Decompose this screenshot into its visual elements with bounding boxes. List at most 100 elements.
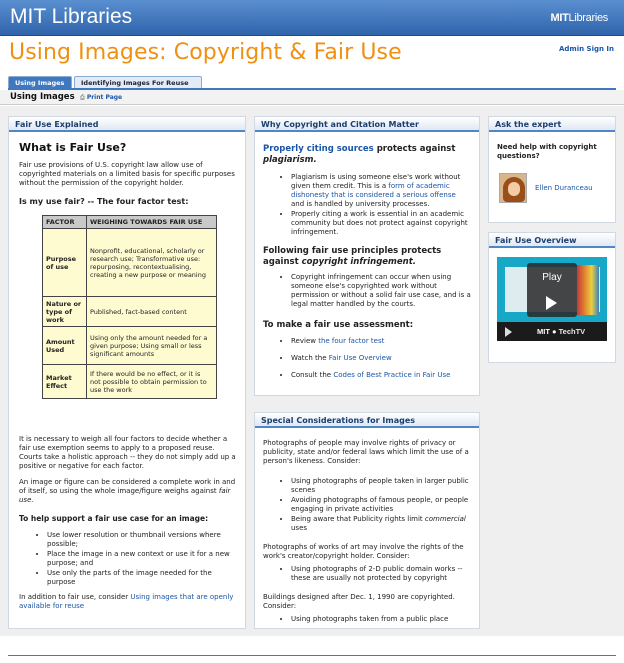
factor-cell: Amount Used bbox=[42, 326, 87, 365]
four-factor-test-link[interactable]: the four factor test bbox=[318, 337, 384, 345]
site-brand[interactable]: MIT Libraries bbox=[10, 5, 132, 29]
assessment-heading: To make a fair use assessment: bbox=[263, 320, 414, 330]
buildings-paragraph: Buildings designed after Dec. 1, 1990 ar… bbox=[263, 593, 455, 610]
expert-avatar[interactable] bbox=[499, 173, 527, 203]
list-item: Being aware that Publicity rights limit … bbox=[291, 515, 471, 533]
print-icon: ⎙ bbox=[80, 94, 85, 101]
weighing-cell: If there would be no effect, or it is no… bbox=[86, 364, 217, 399]
why-copyright-box: Why Copyright and Citation Matter Proper… bbox=[254, 116, 480, 396]
people-list: Using photographs of people taken in lar… bbox=[279, 477, 471, 534]
factor-column-header: FACTOR bbox=[42, 215, 87, 229]
play-icon bbox=[546, 296, 557, 310]
list-item-text: Being aware that Publicity rights limit bbox=[291, 515, 425, 523]
page-title: Using Images: Copyright & Fair Use bbox=[9, 40, 402, 65]
fair-use-explained-box: Fair Use Explained What is Fair Use? Fai… bbox=[8, 116, 246, 629]
weigh-factors-paragraph: It is necessary to weigh all four factor… bbox=[19, 435, 236, 470]
reuse-footer: In addition to fair use, consider Using … bbox=[19, 593, 239, 611]
ask-expert-box: Ask the expert Need help with copyright … bbox=[488, 116, 616, 223]
weighing-column-header: WEIGHING TOWARDS FAIR USE bbox=[86, 215, 217, 229]
assessment-list: Review the four factor test Watch the Fa… bbox=[279, 337, 471, 381]
footer-divider bbox=[8, 655, 616, 656]
logo-rest: Libraries bbox=[568, 12, 609, 24]
plagiarism-heading: Properly citing sources protects against… bbox=[263, 144, 475, 166]
list-item: Review the four factor test bbox=[291, 337, 471, 346]
fair-use-overview-box: Fair Use Overview Play MIT ● TechTV bbox=[488, 232, 616, 363]
image-whole-work-paragraph: An image or figure can be considered a c… bbox=[19, 478, 239, 505]
table-header-row: FACTOR WEIGHING TOWARDS FAIR USE bbox=[42, 215, 217, 229]
citing-sources-link[interactable]: Properly citing sources bbox=[263, 144, 374, 154]
help-list: Use lower resolution or thumbnail versio… bbox=[35, 531, 235, 588]
list-item: Copyright infringement can occur when us… bbox=[291, 273, 471, 309]
art-paragraph: Photographs of works of art may involve … bbox=[263, 543, 464, 560]
list-item: Using photographs of 2-D public domain w… bbox=[291, 565, 471, 583]
fair-use-overview-link[interactable]: Fair Use Overview bbox=[329, 354, 392, 362]
print-page-label: Print Page bbox=[86, 94, 123, 101]
infringement-list: Copyright infringement can occur when us… bbox=[279, 273, 471, 310]
list-item-text: and is handled by university processes. bbox=[291, 200, 430, 208]
factor-cell: Market Effect bbox=[42, 364, 87, 399]
table-row: Nature or type of work Published, fact-ba… bbox=[42, 296, 217, 327]
list-item: Place the image in a new context or use … bbox=[47, 550, 235, 568]
reuse-footer-text: In addition to fair use, consider bbox=[19, 593, 131, 601]
plagiarism-heading-italic: plagiarism. bbox=[263, 155, 317, 165]
tab-identifying-images[interactable]: Identifying Images For Reuse bbox=[74, 76, 202, 88]
weighing-cell: Nonprofit, educational, scholarly or res… bbox=[86, 228, 217, 297]
image-whole-work-text: An image or figure can be considered a c… bbox=[19, 478, 236, 495]
table-row: Market Effect If there would be no effect… bbox=[42, 364, 217, 399]
list-item: Plagiarism is using someone else's work … bbox=[291, 173, 471, 209]
print-page-link[interactable]: ⎙ Print Page bbox=[80, 94, 122, 102]
weighing-cell: Using only the amount needed for a given… bbox=[86, 326, 217, 365]
list-item: Avoiding photographs of famous people, o… bbox=[291, 496, 471, 514]
logo-bold: MIT bbox=[550, 12, 569, 24]
list-item: Watch the Fair Use Overview bbox=[291, 354, 471, 363]
fair-use-overview-header: Fair Use Overview bbox=[489, 233, 615, 248]
list-item-text: uses bbox=[291, 524, 308, 532]
list-item-text: Consult the bbox=[291, 371, 334, 379]
infringement-heading-italic: copyright infringement. bbox=[301, 257, 417, 267]
people-paragraph: Photographs of people may involve rights… bbox=[263, 439, 469, 465]
list-item-text: Watch the bbox=[291, 354, 329, 362]
fair-use-intro: Fair use provisions of U.S. copyright la… bbox=[19, 161, 235, 187]
special-considerations-header: Special Considerations for Images bbox=[255, 413, 479, 428]
list-item: Using photographs of people taken in lar… bbox=[291, 477, 471, 495]
four-factor-table: FACTOR WEIGHING TOWARDS FAIR USE Purpose … bbox=[42, 215, 217, 399]
special-considerations-box: Special Considerations for Images Photog… bbox=[254, 412, 480, 629]
ask-expert-header: Ask the expert bbox=[489, 117, 615, 132]
factor-cell: Purpose of use bbox=[42, 228, 87, 297]
plagiarism-list: Plagiarism is using someone else's work … bbox=[279, 173, 471, 238]
expert-name-link[interactable]: Ellen Duranceau bbox=[535, 184, 593, 193]
admin-sign-in-link[interactable]: Admin Sign In bbox=[559, 45, 614, 53]
fair-use-heading: What is Fair Use? bbox=[19, 141, 127, 154]
list-item-italic: commercial bbox=[424, 515, 466, 523]
list-item: Using photographs taken from a public pl… bbox=[291, 615, 471, 624]
buildings-list: Using photographs taken from a public pl… bbox=[279, 615, 471, 625]
mit-techtv-logo: MIT ● TechTV bbox=[537, 327, 586, 336]
fair-use-explained-header: Fair Use Explained bbox=[9, 117, 245, 132]
factor-cell: Nature or type of work bbox=[42, 296, 87, 327]
list-item: Use only the parts of the image needed f… bbox=[47, 569, 235, 587]
table-row: Purpose of use Nonprofit, educational, sc… bbox=[42, 228, 217, 297]
current-page-name: Using Images bbox=[10, 92, 75, 102]
play-button[interactable]: Play bbox=[527, 263, 577, 317]
small-play-icon[interactable] bbox=[505, 327, 512, 337]
mit-libraries-logo[interactable]: MITLibraries bbox=[550, 12, 608, 24]
list-item: Consult the Codes of Best Practice in Fa… bbox=[291, 371, 471, 380]
why-copyright-header: Why Copyright and Citation Matter bbox=[255, 117, 479, 132]
best-practice-link[interactable]: Codes of Best Practice in Fair Use bbox=[333, 371, 450, 379]
site-header: MIT Libraries MITLibraries bbox=[0, 0, 624, 36]
tab-using-images[interactable]: Using Images bbox=[8, 76, 72, 88]
art-list: Using photographs of 2-D public domain w… bbox=[279, 565, 471, 584]
plagiarism-heading-text: protects against bbox=[373, 144, 456, 154]
expert-question: Need help with copyright questions? bbox=[497, 143, 597, 160]
weighing-cell: Published, fact-based content bbox=[86, 296, 217, 327]
subnav-bar: Using Images ⎙ Print Page bbox=[0, 90, 624, 105]
list-item-text: Review bbox=[291, 337, 319, 345]
video-player[interactable]: Play MIT ● TechTV bbox=[497, 257, 607, 341]
techtv-label: ● bbox=[549, 327, 559, 336]
list-item: Use lower resolution or thumbnail versio… bbox=[47, 531, 235, 549]
table-row: Amount Used Using only the amount needed … bbox=[42, 326, 217, 365]
list-item: Properly citing a work is essential in a… bbox=[291, 210, 471, 237]
video-control-bar: MIT ● TechTV bbox=[497, 322, 607, 341]
play-label: Play bbox=[542, 272, 562, 283]
help-heading: To help support a fair use case for an i… bbox=[19, 514, 209, 523]
